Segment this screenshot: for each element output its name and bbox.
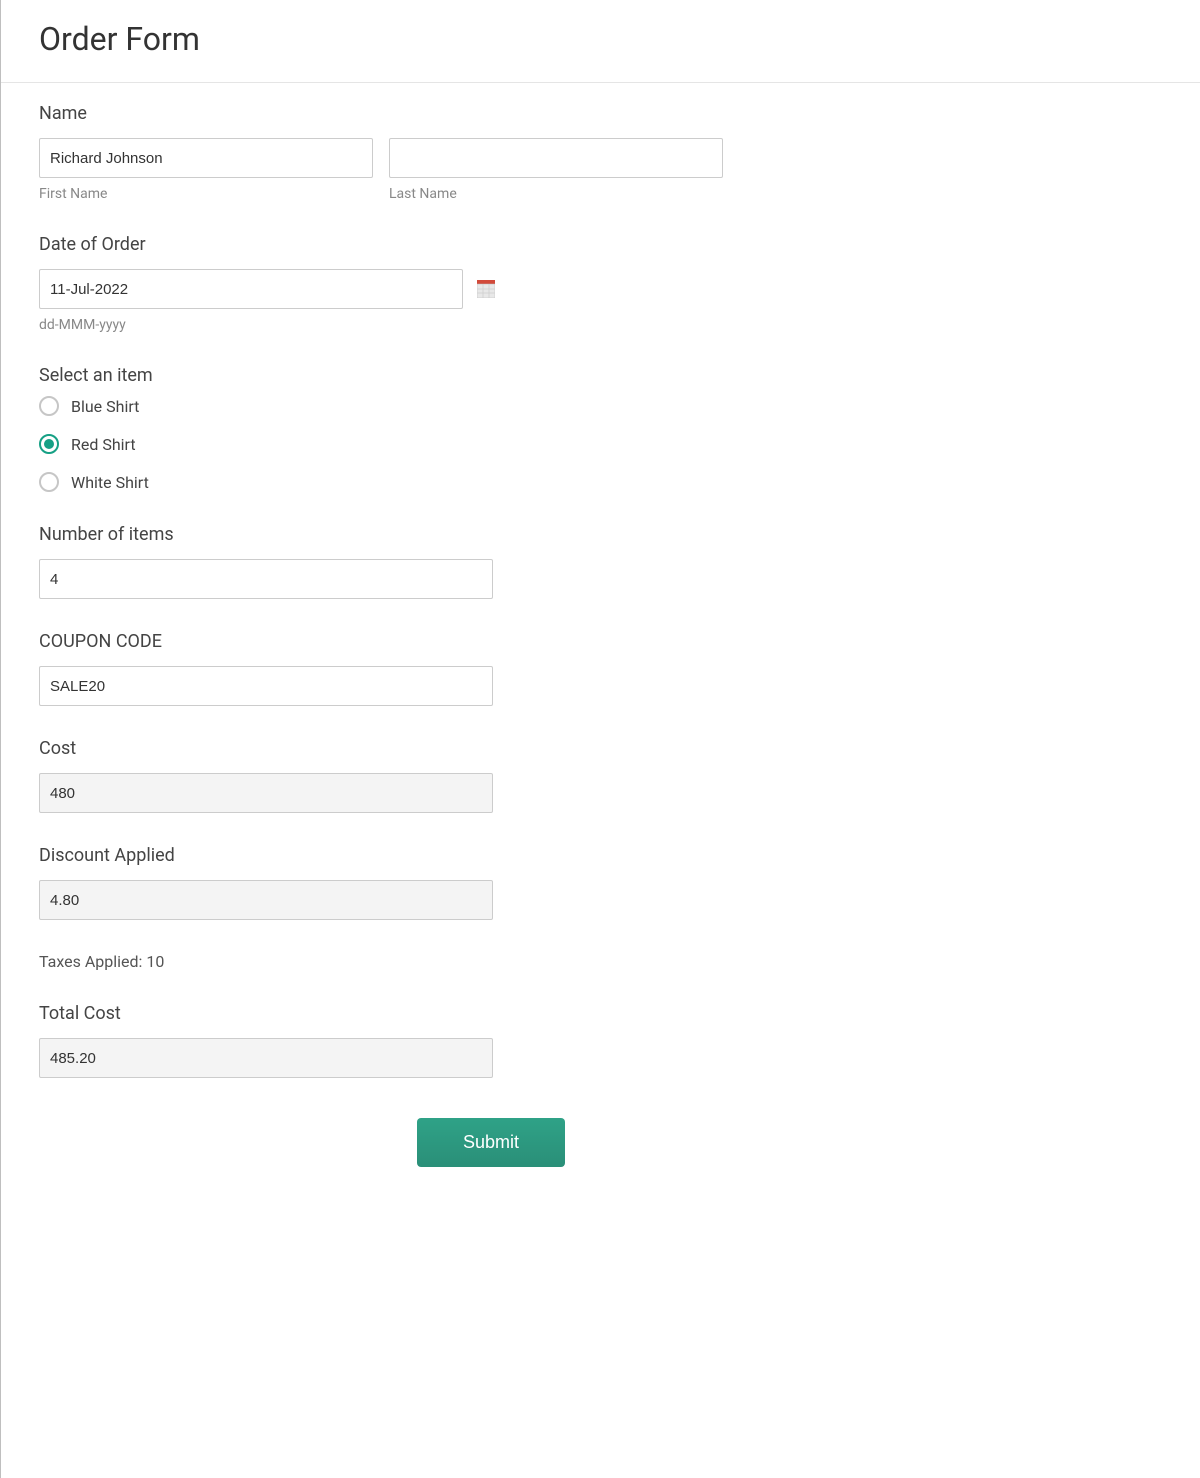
quantity-input[interactable] bbox=[39, 559, 493, 599]
item-radio-group: Blue Shirt Red Shirt White Shirt bbox=[39, 396, 943, 492]
taxes-text: Taxes Applied: 10 bbox=[39, 952, 943, 971]
radio-icon bbox=[39, 434, 59, 454]
radio-option-red-shirt[interactable]: Red Shirt bbox=[39, 434, 943, 454]
radio-option-blue-shirt[interactable]: Blue Shirt bbox=[39, 396, 943, 416]
cost-output bbox=[39, 773, 493, 813]
item-label: Select an item bbox=[39, 365, 943, 386]
submit-button[interactable]: Submit bbox=[417, 1118, 565, 1167]
discount-label: Discount Applied bbox=[39, 845, 943, 866]
radio-label: Blue Shirt bbox=[71, 397, 139, 416]
page-title: Order Form bbox=[39, 20, 1200, 58]
cost-label: Cost bbox=[39, 738, 943, 759]
cost-field: Cost bbox=[39, 738, 943, 813]
coupon-field: COUPON CODE bbox=[39, 631, 943, 706]
discount-output bbox=[39, 880, 493, 920]
date-input[interactable] bbox=[39, 269, 463, 309]
radio-icon bbox=[39, 472, 59, 492]
total-label: Total Cost bbox=[39, 1003, 943, 1024]
name-row: First Name Last Name bbox=[39, 138, 943, 202]
first-name-input[interactable] bbox=[39, 138, 373, 178]
name-field: Name First Name Last Name bbox=[39, 103, 943, 202]
item-field: Select an item Blue Shirt Red Shirt Whit… bbox=[39, 365, 943, 492]
first-name-col: First Name bbox=[39, 138, 373, 202]
date-field: Date of Order dd-MMM-yyyy bbox=[39, 234, 943, 333]
coupon-label: COUPON CODE bbox=[39, 631, 943, 652]
date-row bbox=[39, 269, 943, 309]
first-name-sublabel: First Name bbox=[39, 186, 373, 202]
submit-row: Submit bbox=[39, 1118, 943, 1167]
last-name-sublabel: Last Name bbox=[389, 186, 723, 202]
radio-label: Red Shirt bbox=[71, 435, 136, 454]
date-input-wrap bbox=[39, 269, 463, 309]
radio-option-white-shirt[interactable]: White Shirt bbox=[39, 472, 943, 492]
total-output bbox=[39, 1038, 493, 1078]
radio-icon bbox=[39, 396, 59, 416]
last-name-col: Last Name bbox=[389, 138, 723, 202]
quantity-field: Number of items bbox=[39, 524, 943, 599]
date-format-hint: dd-MMM-yyyy bbox=[39, 317, 943, 333]
radio-label: White Shirt bbox=[71, 473, 149, 492]
form-body: Name First Name Last Name Date of Order bbox=[1, 83, 981, 1207]
last-name-input[interactable] bbox=[389, 138, 723, 178]
coupon-input[interactable] bbox=[39, 666, 493, 706]
discount-field: Discount Applied bbox=[39, 845, 943, 920]
name-label: Name bbox=[39, 103, 943, 124]
quantity-label: Number of items bbox=[39, 524, 943, 545]
calendar-icon[interactable] bbox=[477, 280, 495, 298]
order-form-page: Order Form Name First Name Last Name Dat… bbox=[0, 0, 1200, 1478]
form-header: Order Form bbox=[1, 0, 1200, 83]
total-field: Total Cost bbox=[39, 1003, 943, 1078]
date-label: Date of Order bbox=[39, 234, 943, 255]
